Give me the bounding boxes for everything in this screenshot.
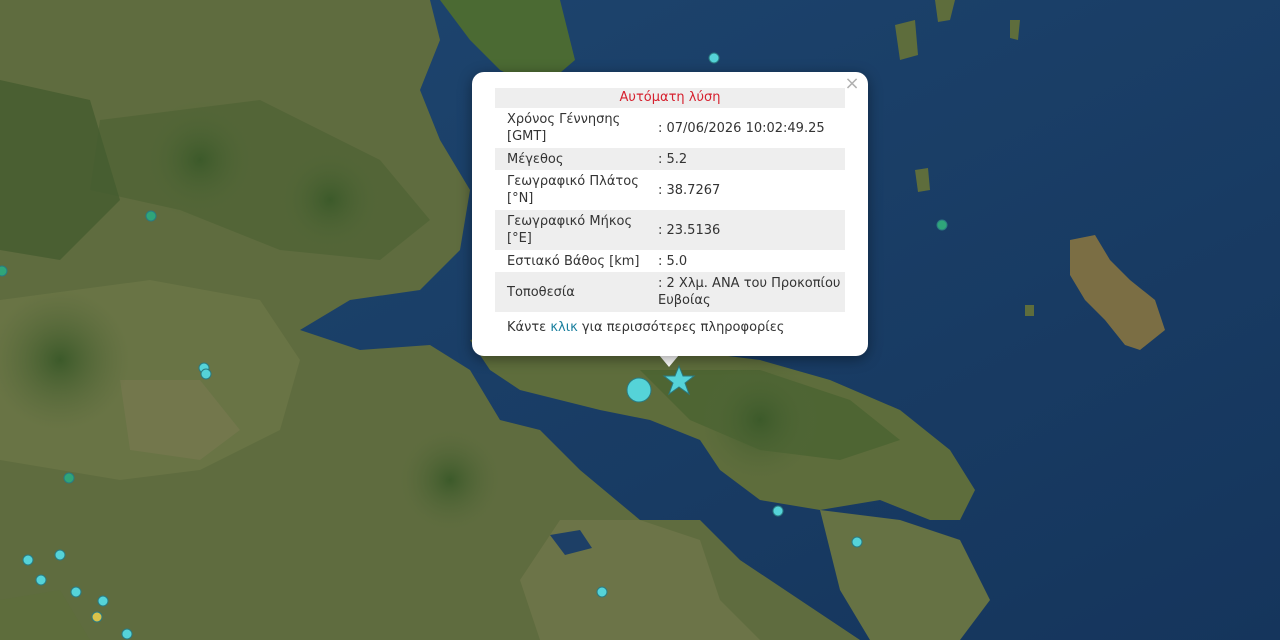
more-prefix: Κάντε xyxy=(507,320,547,335)
row-longitude: Γεωγραφικό Μήκος [°E] : 23.5136 xyxy=(495,210,845,250)
earthquake-popup: × Αυτόματη λύση Χρόνος Γέννησης [GMT] : … xyxy=(472,72,868,356)
quake-marker xyxy=(200,368,212,380)
value-latitude: : 38.7267 xyxy=(658,182,721,198)
label-depth: Εστιακό Βάθος [km] xyxy=(507,253,640,269)
popup-info-table: Αυτόματη λύση Χρόνος Γέννησης [GMT] : 07… xyxy=(495,88,845,312)
more-suffix: για περισσότερες πληροφορίες xyxy=(581,320,785,335)
quake-marker xyxy=(851,536,863,548)
quake-marker xyxy=(22,554,34,566)
quake-marker xyxy=(54,549,66,561)
quake-marker-large xyxy=(626,377,652,403)
more-info-text: Κάντε κλικ για περισσότερες πληροφορίες xyxy=(507,320,784,335)
label-location: Τοποθεσία xyxy=(507,284,575,300)
popup-tip xyxy=(659,355,679,367)
row-origin-time: Χρόνος Γέννησης [GMT] : 07/06/2026 10:02… xyxy=(495,108,845,148)
label-origin-time: Χρόνος Γέννησης [GMT] xyxy=(507,112,621,144)
quake-marker xyxy=(772,505,784,517)
quake-marker xyxy=(0,265,8,277)
row-latitude: Γεωγραφικό Πλάτος [°N] : 38.7267 xyxy=(495,170,845,210)
popup-title: Αυτόματη λύση xyxy=(495,88,845,108)
quake-marker xyxy=(91,611,103,623)
value-location: : 2 Χλμ. ΑΝΑ του Προκοπίου Ευβοίας xyxy=(658,276,841,308)
label-magnitude: Μέγεθος xyxy=(507,151,564,167)
row-depth: Εστιακό Βάθος [km] : 5.0 xyxy=(495,250,845,272)
quake-marker xyxy=(70,586,82,598)
quake-marker xyxy=(121,628,133,640)
label-latitude: Γεωγραφικό Πλάτος [°N] xyxy=(507,174,639,206)
quake-marker xyxy=(596,586,608,598)
quake-marker xyxy=(936,219,948,231)
row-magnitude: Μέγεθος : 5.2 xyxy=(495,148,845,170)
value-magnitude: : 5.2 xyxy=(658,151,688,167)
quake-marker xyxy=(708,52,720,64)
quake-marker xyxy=(97,595,109,607)
value-longitude: : 23.5136 xyxy=(658,222,721,238)
value-depth: : 5.0 xyxy=(658,253,688,269)
quake-marker xyxy=(63,472,75,484)
quake-marker xyxy=(35,574,47,586)
more-info-link[interactable]: κλικ xyxy=(550,320,577,335)
close-icon[interactable]: × xyxy=(842,74,862,94)
label-longitude: Γεωγραφικό Μήκος [°E] xyxy=(507,214,633,246)
quake-marker xyxy=(145,210,157,222)
value-origin-time: : 07/06/2026 10:02:49.25 xyxy=(658,120,825,136)
row-location: Τοποθεσία : 2 Χλμ. ΑΝΑ του Προκοπίου Ευβ… xyxy=(495,272,845,312)
